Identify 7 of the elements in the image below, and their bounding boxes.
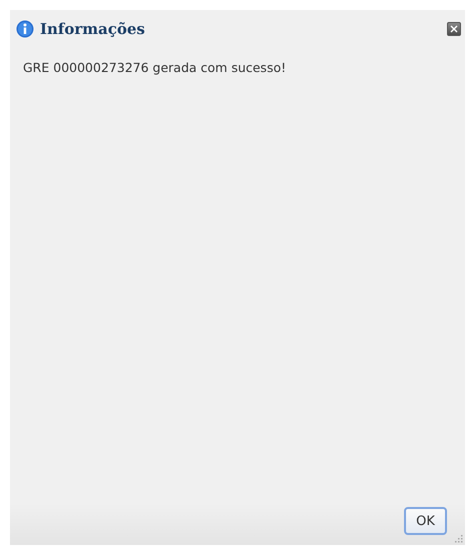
info-icon xyxy=(16,20,34,38)
close-icon xyxy=(450,25,458,33)
ok-button[interactable]: OK xyxy=(404,507,447,535)
dialog-title: Informações xyxy=(40,20,146,38)
close-button[interactable] xyxy=(447,22,461,36)
message-text: GRE 000000273276 gerada com sucesso! xyxy=(22,59,287,77)
resize-grip-icon[interactable] xyxy=(453,533,463,543)
